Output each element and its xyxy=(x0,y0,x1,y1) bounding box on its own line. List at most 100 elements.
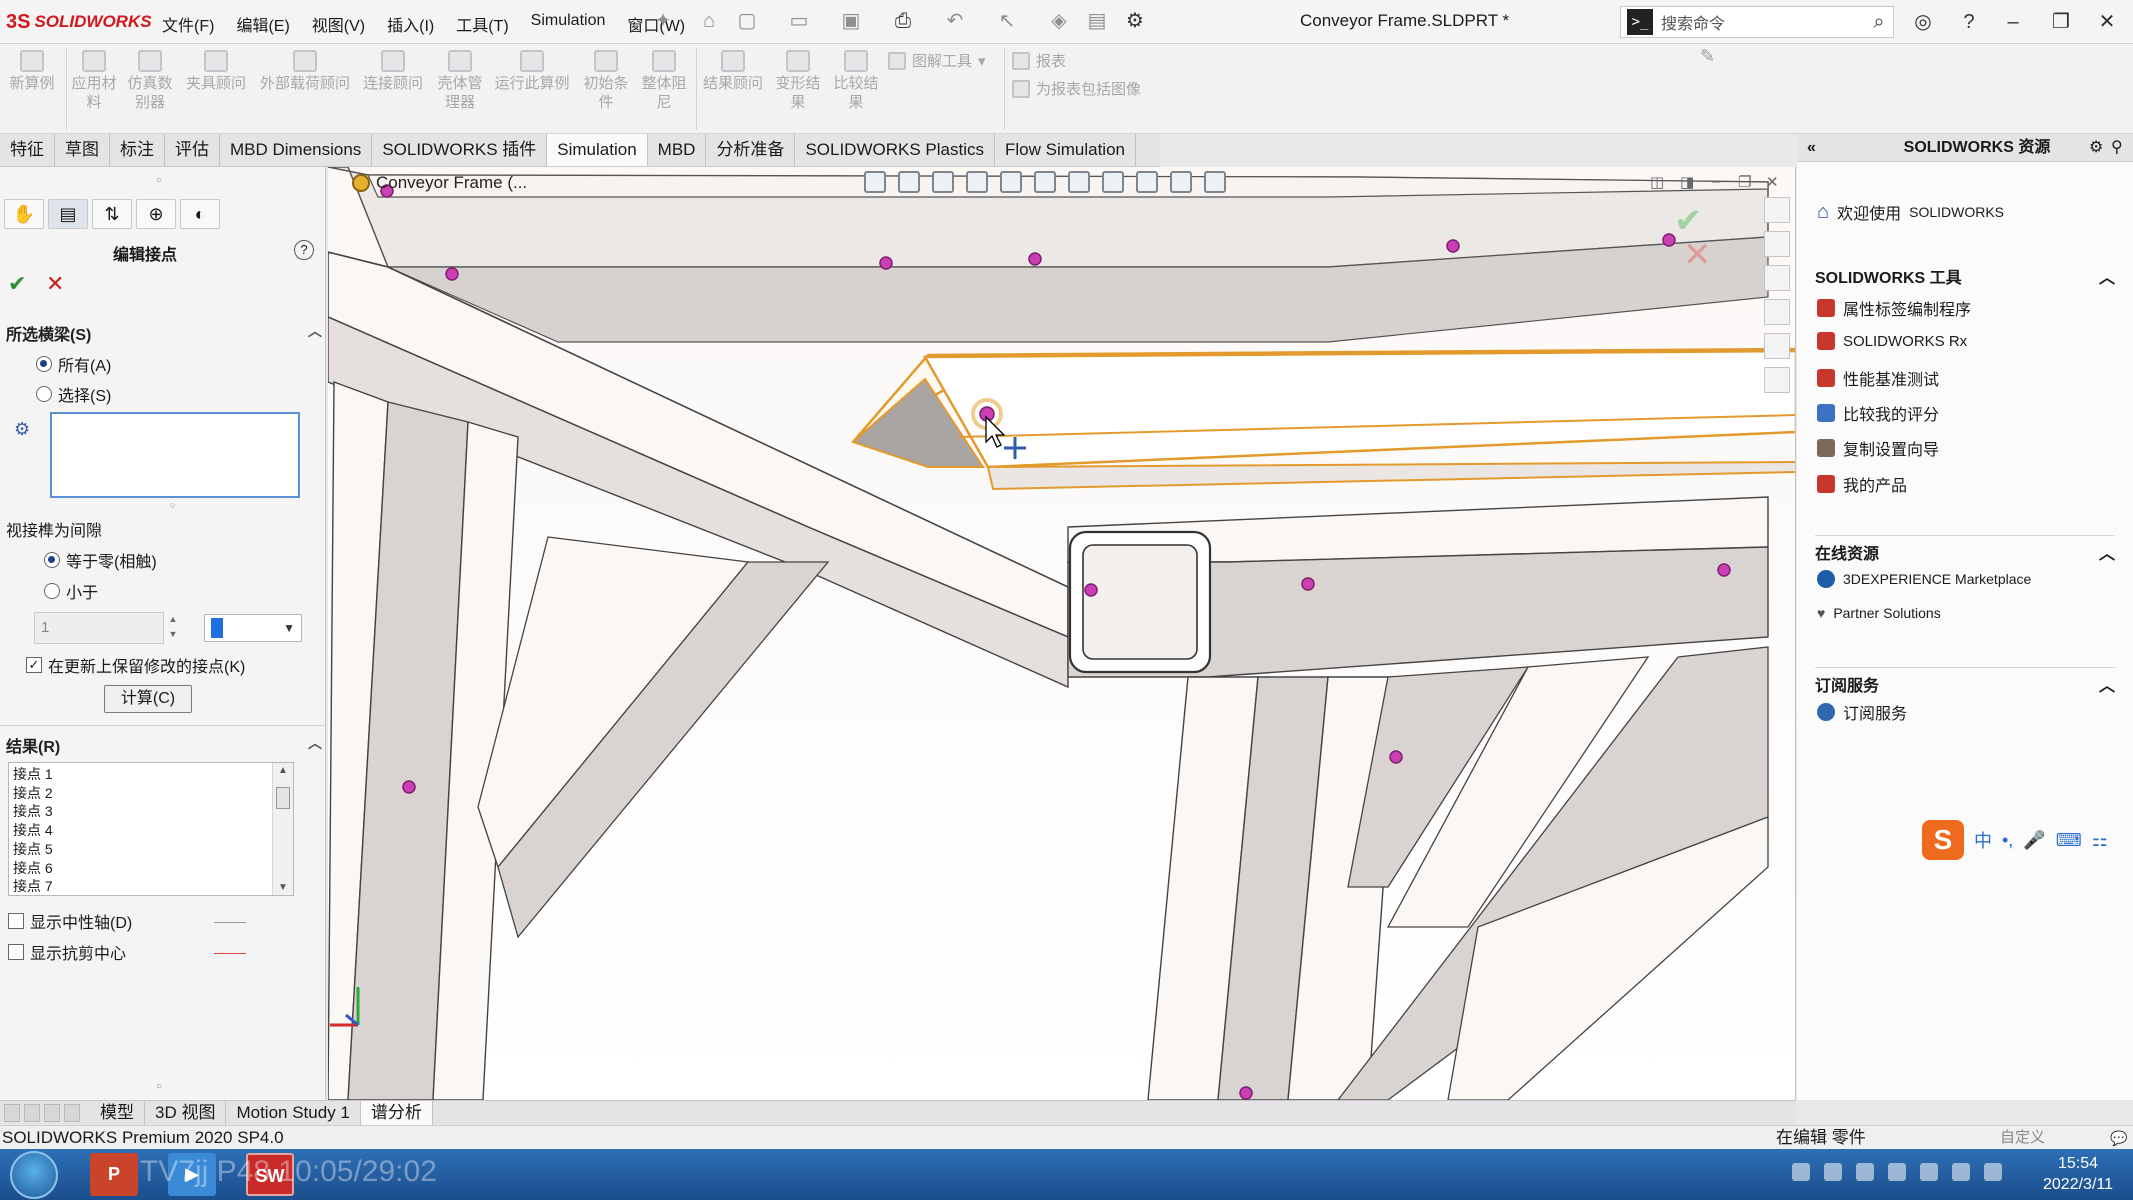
scroll-up-icon[interactable]: ▲ xyxy=(273,765,293,776)
tab-mbd-dimensions[interactable]: MBD Dimensions xyxy=(220,134,373,166)
search-input[interactable]: 搜索命令 xyxy=(1661,10,1865,34)
list-item[interactable]: 接点 5 xyxy=(13,840,289,859)
compare-results-button[interactable]: 比较结果 xyxy=(830,50,882,112)
welcome-link[interactable]: ⌂ 欢迎使用 SOLIDWORKS xyxy=(1817,200,2004,224)
search-commands-box[interactable]: >_ 搜索命令 ⌕ xyxy=(1620,6,1894,38)
radio-button[interactable] xyxy=(44,552,60,568)
conveyor-frame-model[interactable] xyxy=(328,167,1796,1100)
viewport-restore-icon[interactable]: ❐ xyxy=(1738,173,1751,191)
file-explorer-icon[interactable] xyxy=(1764,265,1790,291)
undo-icon[interactable]: ↶ xyxy=(942,8,968,34)
tab-solidworks-plastics[interactable]: SOLIDWORKS Plastics xyxy=(795,134,995,166)
grid-menu-icon[interactable]: ⚏ xyxy=(2092,830,2108,851)
clock[interactable]: 15:54 2022/3/11 xyxy=(2030,1153,2126,1195)
keep-modified-checkbox[interactable]: ✓ 在更新上保留修改的接点(K) xyxy=(26,653,245,677)
dynamic-annotation-icon[interactable] xyxy=(1000,171,1022,193)
apply-scene-icon[interactable] xyxy=(1170,171,1192,193)
panel-grip-icon[interactable]: ○ xyxy=(156,1081,162,1092)
initial-conditions-button[interactable]: 初始条件 xyxy=(578,50,634,112)
tab-3d-views[interactable]: 3D 视图 xyxy=(145,1101,227,1125)
subscription-header[interactable]: 订阅服务 ︿ xyxy=(1815,667,2115,696)
view-orientation-icon[interactable] xyxy=(1034,171,1056,193)
tab-model[interactable]: 模型 xyxy=(90,1101,145,1125)
ime-language[interactable]: 中 xyxy=(1974,827,1992,853)
viewport-split-icon[interactable]: ◫ xyxy=(1650,173,1664,191)
gap-value-input[interactable]: 1 xyxy=(34,612,164,644)
list-item[interactable]: 接点 1 xyxy=(13,765,289,784)
global-damping-button[interactable]: 整体阻尼 xyxy=(638,50,690,112)
microphone-icon[interactable]: 🎤 xyxy=(2023,830,2045,851)
tab-motion-study[interactable]: Motion Study 1 xyxy=(226,1101,361,1125)
ok-button[interactable]: ✔ xyxy=(8,271,26,297)
graphics-area[interactable]: Conveyor Frame (... ◫ ◨ – ❐ ✕ ✔ ✕ xyxy=(328,167,1796,1100)
deformed-result-button[interactable]: 变形结果 xyxy=(772,50,824,112)
show-hidden-icon[interactable] xyxy=(1856,1163,1874,1181)
tools-section-header[interactable]: SOLIDWORKS 工具 ︿ xyxy=(1815,260,2115,288)
restore-button[interactable]: ❐ xyxy=(2044,6,2078,38)
menu-simulation[interactable]: Simulation xyxy=(529,10,608,38)
solidworks-rx-link[interactable]: SOLIDWORKS Rx xyxy=(1817,332,1967,350)
property-tab-builder-link[interactable]: 属性标签编制程序 xyxy=(1817,296,1971,320)
tab-features[interactable]: 特征 xyxy=(0,134,55,166)
radio-button[interactable] xyxy=(44,583,60,599)
user-account-icon[interactable]: ◎ xyxy=(1906,6,1940,38)
online-resources-header[interactable]: 在线资源 ︿ xyxy=(1815,535,2115,564)
select-arrow-icon[interactable]: ↖ xyxy=(994,8,1020,34)
checkbox[interactable] xyxy=(8,944,24,960)
close-window-button[interactable]: ✕ xyxy=(2090,6,2124,38)
run-study-button[interactable]: 运行此算例 xyxy=(494,50,570,93)
sogou-tray-icon[interactable] xyxy=(1792,1163,1810,1181)
edit-appearance-icon[interactable] xyxy=(1136,171,1158,193)
tab-analysis-prep[interactable]: 分析准备 xyxy=(706,134,796,166)
file-properties-icon[interactable]: ▤ xyxy=(1084,8,1110,34)
model-tree-flyout[interactable]: Conveyor Frame (... xyxy=(352,173,527,193)
checkbox[interactable] xyxy=(8,913,24,929)
help-icon[interactable]: ? xyxy=(294,240,314,260)
section-view-icon[interactable] xyxy=(966,171,988,193)
custom-units[interactable]: 自定义 xyxy=(2000,1126,2045,1150)
ime-toolbar[interactable]: S 中 •, 🎤 ⌨ ⚏ xyxy=(1922,820,2108,860)
pin-icon[interactable]: ⚲ xyxy=(2111,134,2123,162)
selected-beams-header[interactable]: 所选横梁(S) ︿ xyxy=(6,321,322,345)
radio-equal-zero[interactable]: 等于零(相触) xyxy=(44,548,157,572)
cancel-button[interactable]: ✕ xyxy=(46,271,64,297)
results-scrollbar[interactable]: ▲ ▼ xyxy=(272,763,293,895)
viewport-minimize-icon[interactable]: – xyxy=(1712,173,1720,190)
help-icon[interactable]: ? xyxy=(1952,6,1986,38)
performance-benchmark-link[interactable]: 性能基准测试 xyxy=(1817,366,1939,390)
radio-all[interactable]: 所有(A) xyxy=(36,352,111,376)
first-tab-icon[interactable] xyxy=(4,1104,20,1122)
signal-icon[interactable] xyxy=(1952,1163,1970,1181)
resize-grip-icon[interactable]: ○ xyxy=(170,500,175,510)
help-tray-icon[interactable] xyxy=(1824,1163,1842,1181)
chevron-up-icon[interactable]: ︿ xyxy=(2099,672,2115,696)
power-icon[interactable] xyxy=(1920,1163,1938,1181)
compare-score-link[interactable]: 比较我的评分 xyxy=(1817,401,1939,425)
tab-flow-simulation[interactable]: Flow Simulation xyxy=(995,134,1136,166)
list-item[interactable]: 接点 7 xyxy=(13,877,289,895)
minimize-button[interactable]: – xyxy=(1996,6,2030,38)
ime-punctuation[interactable]: •, xyxy=(2002,830,2013,851)
hide-show-icon[interactable] xyxy=(1102,171,1124,193)
include-image-button[interactable]: 为报表包括图像 xyxy=(1012,78,1141,99)
show-neutral-axis-checkbox[interactable]: 显示中性轴(D) xyxy=(8,909,132,933)
start-button[interactable] xyxy=(10,1151,58,1199)
property-manager-tab-icon[interactable]: ▤ xyxy=(48,199,88,229)
radio-button[interactable] xyxy=(36,356,52,372)
print-icon[interactable]: ⎙ xyxy=(890,8,916,34)
dimxpert-manager-tab-icon[interactable]: ⊕ xyxy=(136,199,176,229)
fixtures-advisor-button[interactable]: 夹具顾问 xyxy=(184,50,248,93)
sogou-logo[interactable]: S xyxy=(1922,820,1964,860)
subscription-link[interactable]: 订阅服务 xyxy=(1817,700,1907,724)
list-item[interactable]: 接点 6 xyxy=(13,859,289,878)
chevron-up-icon[interactable]: ︿ xyxy=(308,733,322,757)
show-shear-center-checkbox[interactable]: 显示抗剪中心 xyxy=(8,940,126,964)
next-tab-icon[interactable] xyxy=(44,1104,60,1122)
configuration-manager-tab-icon[interactable]: ⇅ xyxy=(92,199,132,229)
panel-grip-icon[interactable]: ○ xyxy=(156,175,162,186)
new-document-icon[interactable]: ▢ xyxy=(734,8,760,34)
viewport-tile-icon[interactable]: ◨ xyxy=(1680,173,1694,191)
home-icon[interactable]: ⌂ xyxy=(696,8,722,34)
prev-tab-icon[interactable] xyxy=(24,1104,40,1122)
list-item[interactable]: 接点 4 xyxy=(13,821,289,840)
